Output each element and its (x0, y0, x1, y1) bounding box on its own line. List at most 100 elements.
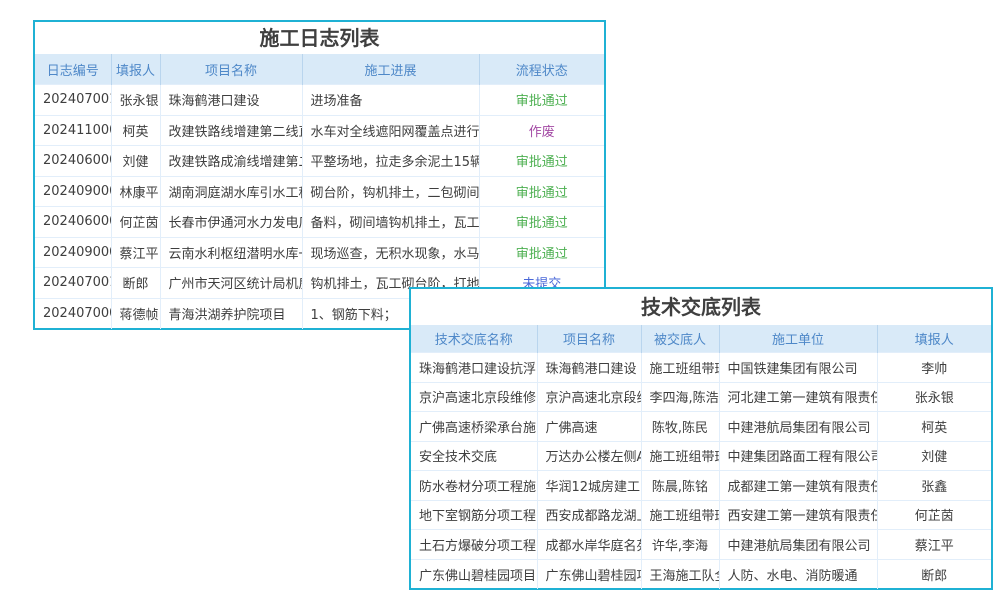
disclosure-briefed-text: 王海施工队全队 (641, 559, 719, 589)
disclosure-briefed-text: 李四海,陈浩 (641, 382, 719, 412)
log-header-row: 日志编号 填报人 项目名称 施工进展 流程状态 (35, 54, 604, 85)
log-progress-text: 砌台阶，钩机排土，二包砌间... (302, 176, 479, 207)
disclosure-name-link[interactable]: 广佛高速桥梁承台施... (411, 412, 537, 442)
log-status-cell: 审批通过 (479, 207, 604, 238)
log-table-row[interactable]: 2024090009 蔡江平 云南水利枢纽潜明水库一... 现场巡查，无积水现象… (35, 237, 604, 268)
disclosure-header-row: 技术交底名称 项目名称 被交底人 施工单位 填报人 (411, 325, 991, 353)
disclosure-project-link[interactable]: 万达办公楼左侧A... (537, 441, 641, 471)
disclosure-project-link[interactable]: 珠海鹤港口建设 (537, 353, 641, 383)
disclosure-unit-text: 中建港航局集团有限公司 (719, 530, 877, 560)
log-reporter-link[interactable]: 刘健 (111, 146, 160, 177)
log-progress-text: 备料，砌间墙钩机排土，瓦工... (302, 207, 479, 238)
status-badge: 审批通过 (516, 151, 568, 170)
log-table-row[interactable]: 2024060006 刘健 改建铁路成渝线增建第二... 平整场地，拉走多余泥土… (35, 146, 604, 177)
disclosure-table-row[interactable]: 京沪高速北京段维修... 京沪高速北京段维修 李四海,陈浩 河北建工第一建筑有限… (411, 382, 991, 412)
log-id-link[interactable]: 2024090009 (35, 176, 111, 207)
disclosure-reporter-link[interactable]: 何芷茵 (877, 500, 991, 530)
log-id-link[interactable]: 2024060006 (35, 146, 111, 177)
log-id-link[interactable]: 2024070011 (35, 268, 111, 299)
log-reporter-link[interactable]: 断郎 (111, 268, 160, 299)
status-badge: 审批通过 (516, 182, 568, 201)
log-id-link[interactable]: 2024070009 (35, 298, 111, 329)
disclosure-table-row[interactable]: 土石方爆破分项工程... 成都水岸华庭名苑... 许华,李海 中建港航局集团有限… (411, 530, 991, 560)
disclosure-name-link[interactable]: 安全技术交底 (411, 441, 537, 471)
log-project-link[interactable]: 湖南洞庭湖水库引水工程... (160, 176, 302, 207)
log-id-link[interactable]: 2024090009 (35, 237, 111, 268)
log-id-link[interactable]: 2024060005 (35, 207, 111, 238)
disclosure-name-link[interactable]: 广东佛山碧桂园项目... (411, 559, 537, 589)
log-project-link[interactable]: 青海洪湖养护院项目 (160, 298, 302, 329)
log-table-row[interactable]: 2024070011 张永银 珠海鹤港口建设 进场准备 审批通过 (35, 85, 604, 116)
status-badge: 审批通过 (516, 90, 568, 109)
log-reporter-link[interactable]: 蔡江平 (111, 237, 160, 268)
disclosure-unit-text: 中国铁建集团有限公司 (719, 353, 877, 383)
disclosure-reporter-link[interactable]: 蔡江平 (877, 530, 991, 560)
disclosure-briefed-text: 施工班组带班... (641, 353, 719, 383)
disclosure-col-header-name: 技术交底名称 (411, 325, 537, 353)
log-progress-text: 进场准备 (302, 85, 479, 116)
disclosure-reporter-link[interactable]: 断郎 (877, 559, 991, 589)
disclosure-name-link[interactable]: 防水卷材分项工程施... (411, 471, 537, 501)
disclosure-table-row[interactable]: 珠海鹤港口建设抗浮... 珠海鹤港口建设 施工班组带班... 中国铁建集团有限公… (411, 353, 991, 383)
disclosure-briefed-text: 施工班组带班... (641, 500, 719, 530)
log-table-row[interactable]: 2024090009 林康平 湖南洞庭湖水库引水工程... 砌台阶，钩机排土，二… (35, 176, 604, 207)
disclosure-project-link[interactable]: 京沪高速北京段维修 (537, 382, 641, 412)
log-id-link[interactable]: 2024110002 (35, 115, 111, 146)
log-reporter-link[interactable]: 蒋德帧 (111, 298, 160, 329)
log-col-header-progress: 施工进展 (302, 54, 479, 85)
log-col-header-id: 日志编号 (35, 54, 111, 85)
disclosure-project-link[interactable]: 广东佛山碧桂园项目 (537, 559, 641, 589)
disclosure-table-row[interactable]: 防水卷材分项工程施... 华润12城房建工... 陈晨,陈铭 成都建工第一建筑有… (411, 471, 991, 501)
log-progress-text: 水车对全线遮阳网覆盖点进行... (302, 115, 479, 146)
disclosure-name-link[interactable]: 珠海鹤港口建设抗浮... (411, 353, 537, 383)
disclosure-reporter-link[interactable]: 李帅 (877, 353, 991, 383)
log-table-row[interactable]: 2024060005 何芷茵 长春市伊通河水力发电厂... 备料，砌间墙钩机排土… (35, 207, 604, 238)
log-reporter-link[interactable]: 林康平 (111, 176, 160, 207)
log-col-header-project: 项目名称 (160, 54, 302, 85)
disclosure-table-row[interactable]: 安全技术交底 万达办公楼左侧A... 施工班组带班... 中建集团路面工程有限公… (411, 441, 991, 471)
disclosure-name-link[interactable]: 地下室钢筋分项工程... (411, 500, 537, 530)
log-reporter-link[interactable]: 张永银 (111, 85, 160, 116)
status-badge: 审批通过 (516, 243, 568, 262)
disclosure-unit-text: 人防、水电、消防暖通 (719, 559, 877, 589)
technical-disclosure-panel: 技术交底列表 技术交底名称 项目名称 被交底人 施工单位 填报人 珠海鹤港口建设… (409, 287, 993, 590)
disclosure-unit-text: 河北建工第一建筑有限责任公司 (719, 382, 877, 412)
disclosure-reporter-link[interactable]: 刘健 (877, 441, 991, 471)
disclosure-project-link[interactable]: 华润12城房建工... (537, 471, 641, 501)
disclosure-reporter-link[interactable]: 张永银 (877, 382, 991, 412)
log-status-cell: 审批通过 (479, 85, 604, 116)
disclosure-project-link[interactable]: 西安成都路龙湖上... (537, 500, 641, 530)
disclosure-table-row[interactable]: 广佛高速桥梁承台施... 广佛高速 陈牧,陈民 中建港航局集团有限公司 柯英 (411, 412, 991, 442)
disclosure-reporter-link[interactable]: 柯英 (877, 412, 991, 442)
status-badge: 审批通过 (516, 212, 568, 231)
construction-log-title: 施工日志列表 (35, 22, 604, 54)
log-status-cell: 审批通过 (479, 176, 604, 207)
log-project-link[interactable]: 长春市伊通河水力发电厂... (160, 207, 302, 238)
disclosure-table-row[interactable]: 广东佛山碧桂园项目... 广东佛山碧桂园项目 王海施工队全队 人防、水电、消防暖… (411, 559, 991, 589)
log-project-link[interactable]: 广州市天河区统计局机房... (160, 268, 302, 299)
disclosure-briefed-text: 施工班组带班... (641, 441, 719, 471)
disclosure-col-header-project: 项目名称 (537, 325, 641, 353)
disclosure-project-link[interactable]: 成都水岸华庭名苑... (537, 530, 641, 560)
log-status-cell: 审批通过 (479, 237, 604, 268)
log-id-link[interactable]: 2024070011 (35, 85, 111, 116)
log-project-link[interactable]: 珠海鹤港口建设 (160, 85, 302, 116)
disclosure-col-header-reporter: 填报人 (877, 325, 991, 353)
log-col-header-status: 流程状态 (479, 54, 604, 85)
disclosure-reporter-link[interactable]: 张鑫 (877, 471, 991, 501)
technical-disclosure-title: 技术交底列表 (411, 289, 991, 325)
disclosure-name-link[interactable]: 土石方爆破分项工程... (411, 530, 537, 560)
disclosure-col-header-unit: 施工单位 (719, 325, 877, 353)
log-reporter-link[interactable]: 何芷茵 (111, 207, 160, 238)
log-table-row[interactable]: 2024110002 柯英 改建铁路线增建第二线直... 水车对全线遮阳网覆盖点… (35, 115, 604, 146)
log-project-link[interactable]: 改建铁路成渝线增建第二... (160, 146, 302, 177)
log-project-link[interactable]: 改建铁路线增建第二线直... (160, 115, 302, 146)
disclosure-name-link[interactable]: 京沪高速北京段维修... (411, 382, 537, 412)
log-reporter-link[interactable]: 柯英 (111, 115, 160, 146)
disclosure-table-row[interactable]: 地下室钢筋分项工程... 西安成都路龙湖上... 施工班组带班... 西安建工第… (411, 500, 991, 530)
log-project-link[interactable]: 云南水利枢纽潜明水库一... (160, 237, 302, 268)
disclosure-briefed-text: 陈晨,陈铭 (641, 471, 719, 501)
disclosure-project-link[interactable]: 广佛高速 (537, 412, 641, 442)
status-badge: 作废 (529, 121, 555, 140)
construction-log-panel: 施工日志列表 日志编号 填报人 项目名称 施工进展 流程状态 202407001… (33, 20, 606, 330)
